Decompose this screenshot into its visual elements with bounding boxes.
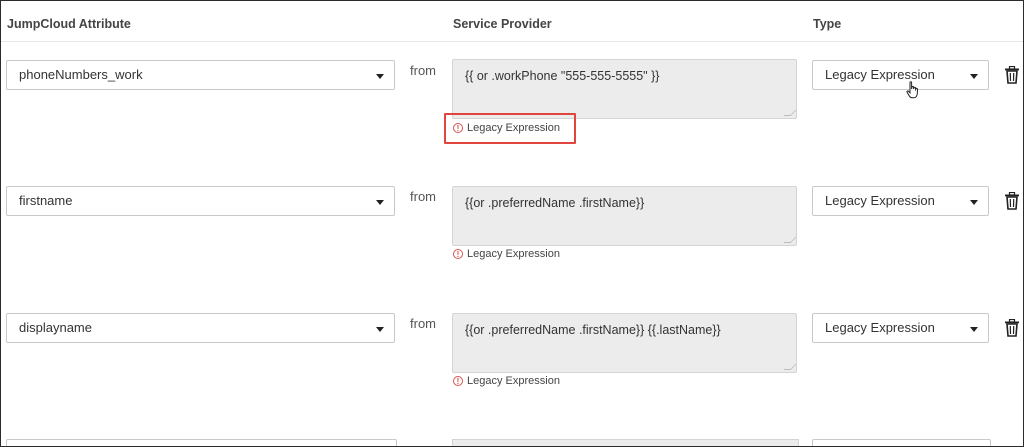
- trash-icon[interactable]: [1004, 66, 1020, 84]
- legacy-expression-warning: ! Legacy Expression: [453, 375, 560, 387]
- expression-text: {{ or .workPhone "555-555-5555" }}: [465, 69, 660, 83]
- legacy-expression-warning: ! Legacy Expression: [453, 248, 560, 260]
- service-provider-expression-field[interactable]: {{or .preferredName .firstName}} {{.last…: [452, 313, 797, 373]
- type-select[interactable]: Legacy Expression: [812, 313, 989, 343]
- type-value: Legacy Expression: [825, 320, 935, 335]
- service-provider-expression-field[interactable]: {{ or .workPhone "555-555-5555" }}: [452, 59, 797, 119]
- type-select[interactable]: Legacy Expression: [812, 60, 989, 90]
- jumpcloud-attribute-select[interactable]: displayname: [6, 313, 395, 343]
- highlight-box: [444, 113, 576, 144]
- type-select[interactable]: [812, 439, 991, 446]
- warning-text: Legacy Expression: [467, 248, 560, 260]
- jumpcloud-attribute-select[interactable]: [6, 439, 397, 446]
- chevron-down-icon: [376, 74, 384, 79]
- expression-text: {{or .preferredName .firstName}} {{.last…: [465, 323, 721, 337]
- type-value: Legacy Expression: [825, 193, 935, 208]
- chevron-down-icon: [376, 200, 384, 205]
- warning-circle-icon: !: [453, 249, 463, 259]
- warning-circle-icon: !: [453, 376, 463, 386]
- resize-handle-icon[interactable]: [783, 109, 796, 116]
- service-provider-expression-field[interactable]: {{or .preferredName .firstName}}: [452, 186, 797, 246]
- attribute-mapping-panel: JumpCloud Attribute Service Provider Typ…: [0, 0, 1024, 447]
- type-select[interactable]: Legacy Expression: [812, 186, 989, 216]
- service-provider-expression-field[interactable]: [452, 439, 799, 446]
- type-value: Legacy Expression: [825, 67, 935, 82]
- jumpcloud-attribute-value: displayname: [19, 320, 92, 335]
- chevron-down-icon: [376, 327, 384, 332]
- jumpcloud-attribute-value: firstname: [19, 193, 73, 208]
- resize-handle-icon[interactable]: [783, 236, 796, 243]
- trash-icon[interactable]: [1004, 319, 1020, 337]
- hand-cursor-icon: [906, 81, 918, 99]
- resize-handle-icon[interactable]: [783, 363, 796, 370]
- header-jumpcloud-attribute: JumpCloud Attribute: [7, 17, 131, 31]
- header-type: Type: [813, 17, 842, 31]
- jumpcloud-attribute-value: phoneNumbers_work: [19, 67, 143, 82]
- chevron-down-icon: [970, 74, 978, 79]
- mapping-row: firstname from {{or .preferredName .firs…: [1, 186, 1023, 296]
- from-label: from: [410, 63, 436, 78]
- from-label: from: [410, 189, 436, 204]
- header-service-provider: Service Provider: [453, 17, 552, 31]
- from-label: from: [410, 316, 436, 331]
- chevron-down-icon: [970, 327, 978, 332]
- jumpcloud-attribute-select[interactable]: phoneNumbers_work: [6, 60, 395, 90]
- header-divider: [1, 41, 1023, 42]
- chevron-down-icon: [970, 200, 978, 205]
- warning-text: Legacy Expression: [467, 375, 560, 387]
- jumpcloud-attribute-select[interactable]: firstname: [6, 186, 395, 216]
- expression-text: {{or .preferredName .firstName}}: [465, 196, 645, 210]
- mapping-row: displayname from {{or .preferredName .fi…: [1, 313, 1023, 423]
- trash-icon[interactable]: [1004, 192, 1020, 210]
